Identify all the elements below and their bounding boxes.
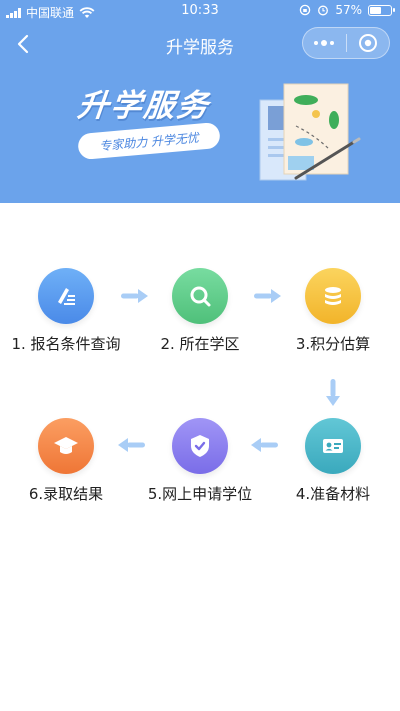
battery-percent: 57%	[335, 3, 362, 17]
banner-tagline: 专家助力 升学无忧	[77, 121, 221, 161]
step-label: 6.录取结果	[28, 485, 104, 503]
flow-arrow-down-icon	[326, 379, 340, 406]
close-mini-program-icon[interactable]	[346, 33, 389, 53]
rotation-lock-icon	[300, 4, 311, 16]
banner-title: 升学服务	[75, 88, 212, 124]
step-label: 5.网上申请学位	[147, 485, 253, 503]
id-card-icon	[305, 418, 361, 474]
graduation-cap-icon	[38, 418, 94, 474]
step-label: 3.积分估算	[295, 335, 371, 353]
mini-program-capsule	[302, 27, 390, 59]
step-label: 2. 所在学区	[160, 335, 240, 353]
shield-check-icon	[172, 418, 228, 474]
alarm-icon	[318, 5, 329, 16]
header-area: 中国联通 10:33 57% 升学服务 升学服务 专家助力 升学无忧	[0, 0, 400, 203]
search-icon	[172, 268, 228, 324]
coin-stack-icon	[305, 268, 361, 324]
document-illustration	[259, 83, 361, 181]
step-label: 4.准备材料	[295, 485, 371, 503]
step-label: 1. 报名条件查询	[11, 335, 121, 353]
battery-icon	[368, 4, 395, 16]
status-bar: 中国联通 10:33 57%	[0, 0, 400, 22]
pen-list-icon	[38, 268, 94, 324]
step-points-estimate[interactable]: 3.积分估算	[268, 268, 398, 354]
step-prepare-documents[interactable]: 4.准备材料	[268, 418, 398, 504]
step-admission-result[interactable]: 6.录取结果	[1, 418, 131, 504]
step-online-application[interactable]: 5.网上申请学位	[135, 418, 265, 504]
step-school-district[interactable]: 2. 所在学区	[135, 268, 265, 354]
nav-bar: 升学服务	[0, 22, 400, 66]
more-icon[interactable]	[303, 40, 346, 46]
step-eligibility-query[interactable]: 1. 报名条件查询	[1, 268, 131, 354]
